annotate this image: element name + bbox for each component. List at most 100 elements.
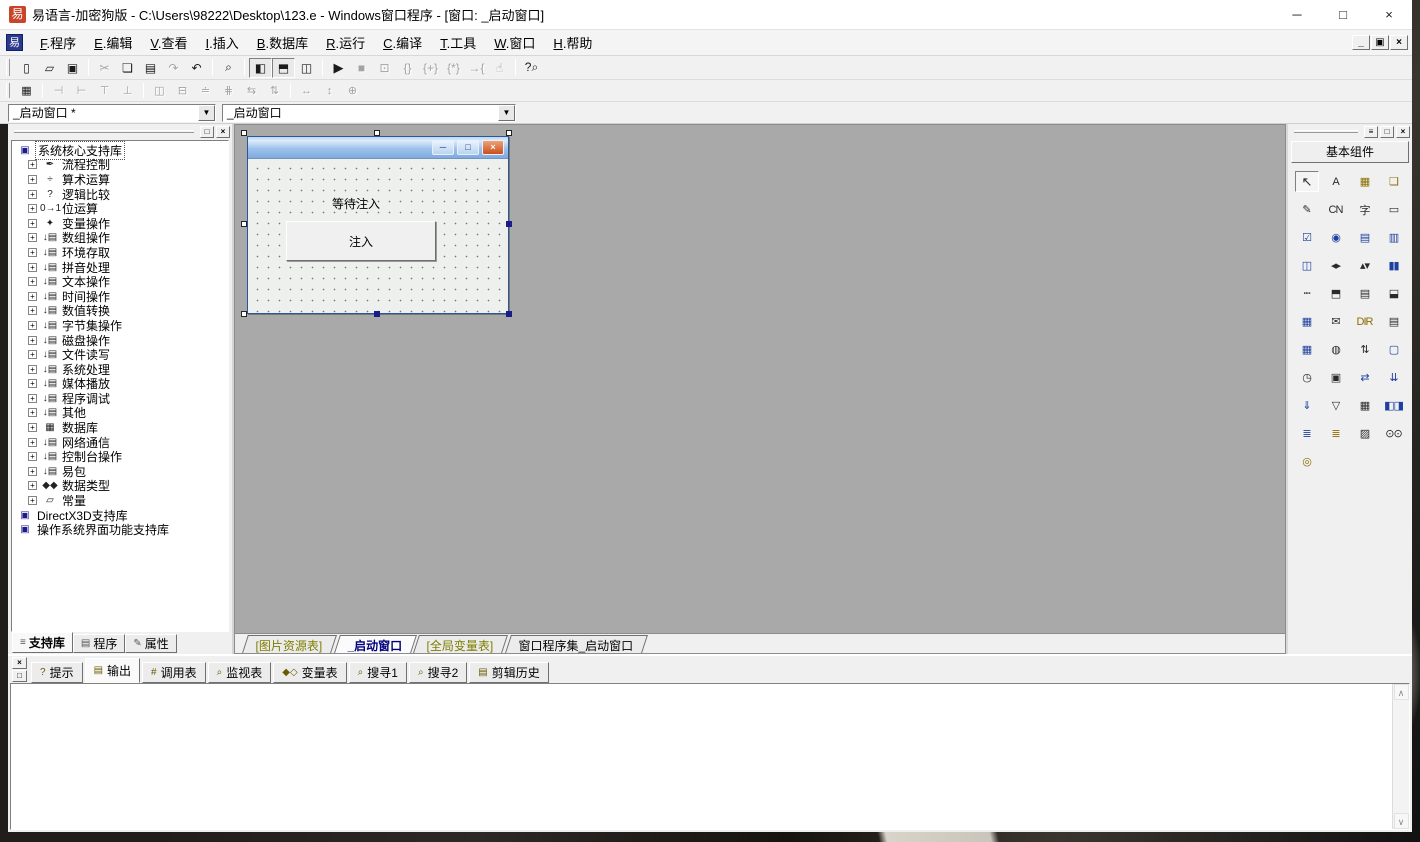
mdi-close-button[interactable]: × (1390, 35, 1408, 50)
output-scrollbar[interactable]: ∧ ∨ (1392, 684, 1409, 829)
tree-item[interactable]: +↓▤文本操作 (14, 274, 228, 289)
form-selector-combo[interactable]: _启动窗口 * ▼ (8, 104, 216, 122)
expand-icon[interactable]: + (28, 175, 37, 184)
horizontal-scrollbar-component[interactable]: ◂▸ (1324, 255, 1348, 276)
pointer-tool[interactable]: ↖ (1295, 171, 1319, 192)
menu-program[interactable]: F.程序 (31, 30, 85, 55)
tree-item[interactable]: +✦变量操作 (14, 216, 228, 231)
spin-button-component[interactable]: ⇅ (1353, 339, 1377, 360)
expand-icon[interactable]: + (28, 321, 37, 330)
debug-monitor-button[interactable]: ⊡ (373, 58, 396, 78)
selection-handle[interactable] (506, 130, 512, 136)
expand-icon[interactable]: + (28, 160, 37, 169)
tree-item[interactable]: +↓▤程序调试 (14, 391, 228, 406)
menu-tools[interactable]: T.工具 (431, 30, 485, 55)
toolbar-grip[interactable] (6, 83, 10, 98)
panel-maximize-icon[interactable]: □ (1380, 126, 1394, 138)
expand-icon[interactable]: + (28, 204, 37, 213)
progress-bar-component[interactable]: ▮▮ (1382, 255, 1406, 276)
expand-icon[interactable]: + (28, 233, 37, 242)
expand-icon[interactable]: + (28, 248, 37, 257)
expand-icon[interactable]: + (28, 365, 37, 374)
tree-item[interactable]: +↓▤时间操作 (14, 289, 228, 304)
align-middle-button[interactable]: ≐ (194, 82, 217, 100)
tab-support-library[interactable]: ≡支持库 (12, 632, 73, 653)
list-doc-component[interactable]: ≣ (1295, 423, 1319, 444)
tree-item[interactable]: +↓▤环境存取 (14, 245, 228, 260)
tree-item[interactable]: +↓▤其他 (14, 406, 228, 421)
run-button[interactable]: ▶ (327, 58, 350, 78)
chevron-down-icon[interactable]: ▼ (198, 105, 215, 121)
check-box-component[interactable]: ☑ (1295, 227, 1319, 248)
expand-icon[interactable]: + (28, 336, 37, 345)
image-frame-component[interactable]: ▨ (1353, 423, 1377, 444)
tree-item[interactable]: +↓▤数组操作 (14, 231, 228, 246)
menu-edit[interactable]: E.编辑 (85, 30, 141, 55)
same-height-button[interactable]: ↕ (318, 82, 341, 100)
edit-box-component[interactable]: ✎ (1295, 199, 1319, 220)
expand-icon[interactable]: + (28, 306, 37, 315)
server-socket-component[interactable]: ⇊ (1382, 367, 1406, 388)
clock-component[interactable]: ◷ (1295, 367, 1319, 388)
expand-icon[interactable]: + (28, 190, 37, 199)
pause-button[interactable]: ☝ (488, 58, 511, 78)
mdi-restore-button[interactable]: ▣ (1371, 35, 1389, 50)
panel-close-icon[interactable]: × (216, 126, 230, 138)
selection-handle[interactable] (241, 221, 247, 227)
expand-icon[interactable]: + (28, 496, 37, 505)
odbc-component[interactable]: ⊙⊙ (1382, 423, 1406, 444)
tab-watch[interactable]: ⌕监视表 (208, 662, 272, 683)
minimize-button[interactable]: ─ (1274, 0, 1320, 29)
close-button[interactable]: × (1366, 0, 1412, 29)
printer-component[interactable]: ▣ (1324, 367, 1348, 388)
cut-button[interactable]: ✂ (93, 58, 116, 78)
form-label[interactable]: 等待注入 (332, 195, 380, 212)
web-browser-component[interactable]: ◍ (1324, 339, 1348, 360)
menu-window[interactable]: W.窗口 (485, 30, 544, 55)
same-size-button[interactable]: ⊕ (341, 82, 364, 100)
mdi-minimize-button[interactable]: _ (1352, 35, 1370, 50)
directory-box-component[interactable]: DIR (1353, 311, 1377, 332)
vertical-scrollbar-component[interactable]: ▴▾ (1353, 255, 1377, 276)
space-vertical-button[interactable]: ⇅ (263, 82, 286, 100)
align-bottom-button[interactable]: ⊥ (116, 82, 139, 100)
stop-button[interactable]: ■ (350, 58, 373, 78)
expand-icon[interactable]: + (28, 394, 37, 403)
tree-item[interactable]: +▦数据库 (14, 420, 228, 435)
center-horizontal-button[interactable]: ◫ (148, 82, 171, 100)
expand-icon[interactable]: + (28, 408, 37, 417)
align-right-button[interactable]: ⊢ (70, 82, 93, 100)
list-box-component[interactable]: ▥ (1382, 227, 1406, 248)
link-socket-component[interactable]: ⇓ (1295, 395, 1319, 416)
tree-item[interactable]: +↓▤磁盘操作 (14, 333, 228, 348)
snap-grid-button[interactable]: ▦ (15, 82, 38, 100)
help-find-button[interactable]: ?⌕ (520, 58, 543, 78)
pager-control-component[interactable]: ◧◨ (1382, 395, 1406, 416)
tab-hints[interactable]: ?提示 (31, 662, 83, 683)
tree-item[interactable]: +↓▤网络通信 (14, 435, 228, 450)
new-file-button[interactable]: ▯ (15, 58, 38, 78)
equalize-button[interactable]: ⋕ (217, 82, 240, 100)
image-list-component[interactable]: ❏ (1382, 171, 1406, 192)
expand-icon[interactable]: + (28, 438, 37, 447)
toolbar-grip[interactable] (6, 59, 10, 75)
tree-item[interactable]: ▣系统核心支持库 (14, 143, 228, 158)
table-box-component[interactable]: ▦ (1295, 311, 1319, 332)
tree-item[interactable]: +↓▤易包 (14, 464, 228, 479)
tab-search1[interactable]: ⌕搜寻1 (349, 662, 407, 683)
tab-program[interactable]: ▤程序 (73, 634, 125, 653)
data-filter-component[interactable]: ▽ (1324, 395, 1348, 416)
selection-handle[interactable] (374, 130, 380, 136)
scroll-down-icon[interactable]: ∨ (1394, 813, 1409, 829)
radio-button-component[interactable]: ◉ (1324, 227, 1348, 248)
selection-handle[interactable] (506, 311, 512, 317)
undo-button[interactable]: ↶ (185, 58, 208, 78)
menu-insert[interactable]: I.插入 (197, 30, 248, 55)
expand-icon[interactable]: + (28, 467, 37, 476)
expand-icon[interactable]: + (28, 263, 37, 272)
tree-item[interactable]: +?逻辑比较 (14, 187, 228, 202)
tree-item[interactable]: +↓▤系统处理 (14, 362, 228, 377)
group-box-component[interactable]: ▭ (1382, 199, 1406, 220)
redo-button[interactable]: ↷ (162, 58, 185, 78)
copy-button[interactable]: ❏ (116, 58, 139, 78)
